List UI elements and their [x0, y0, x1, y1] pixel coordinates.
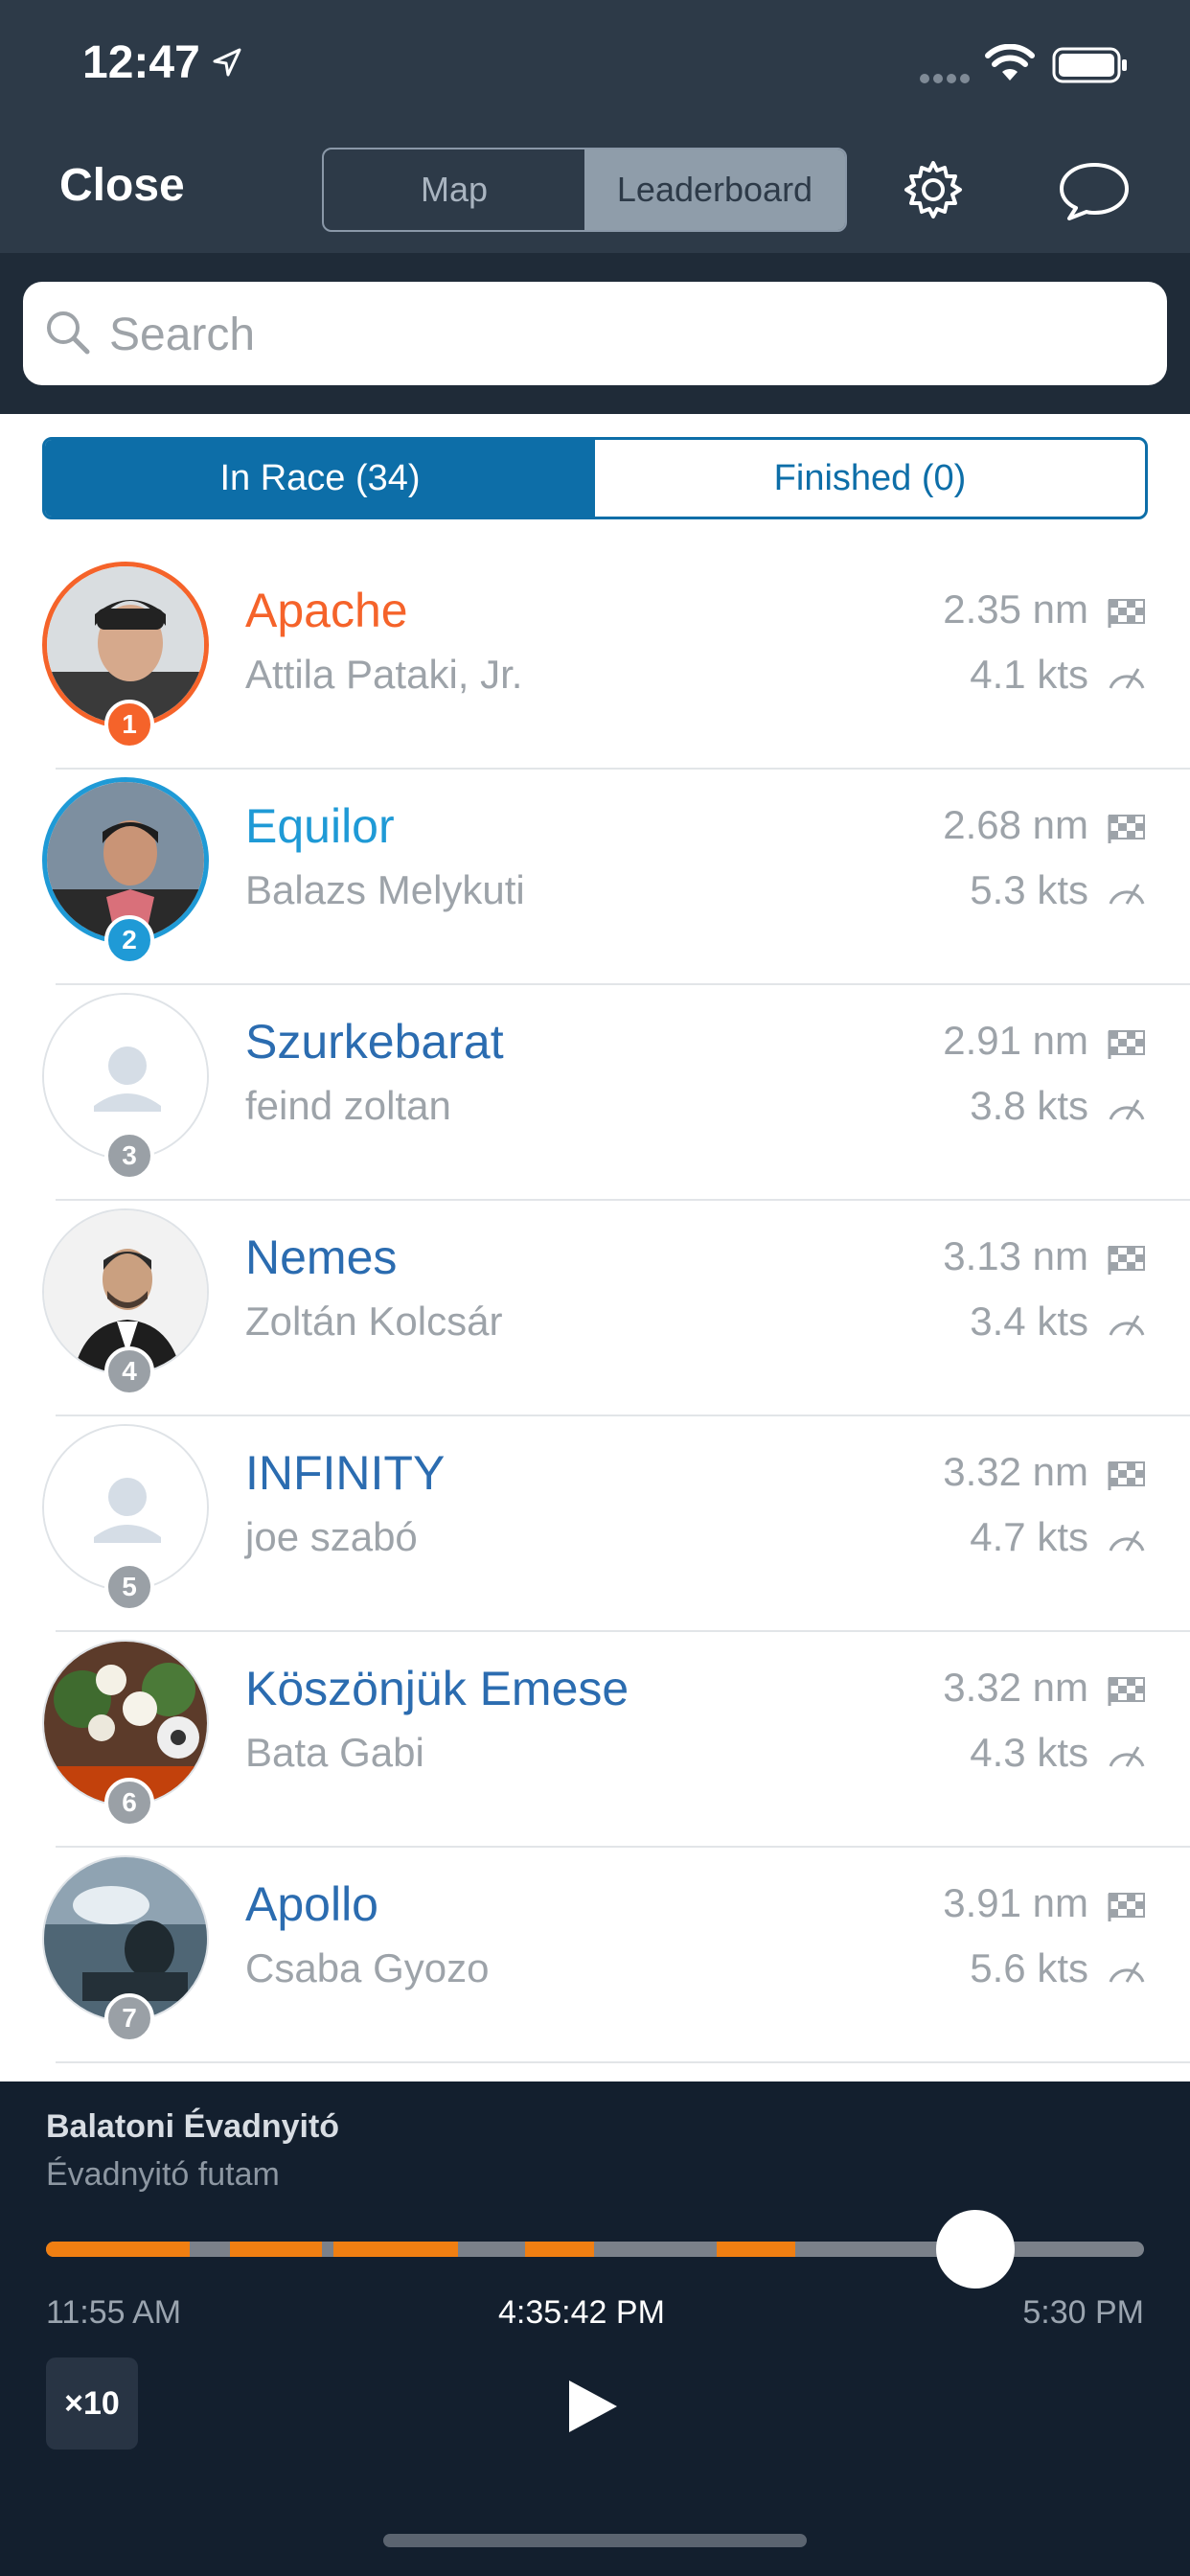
skipper-name: Attila Pataki, Jr.: [245, 652, 523, 697]
view-switcher: Map Leaderboard: [322, 148, 847, 232]
list-item[interactable]: 3 Szurkebarat feind zoltan 2.91 nm 3.8 k…: [0, 985, 1190, 1201]
list-item[interactable]: 1 Apache Attila Pataki, Jr. 2.35 nm 4.1 …: [0, 554, 1190, 770]
speed-gauge-icon: [1109, 1530, 1145, 1552]
current-time: 4:35:42 PM: [498, 2294, 665, 2331]
finish-flag-icon: [1108, 1246, 1145, 1275]
playback-speed-button[interactable]: ×10: [46, 2358, 138, 2450]
speed-gauge-icon: [1109, 668, 1145, 689]
speed-value: 4.7 kts: [970, 1514, 1088, 1559]
gear-icon[interactable]: [903, 159, 964, 220]
distance-value: 2.68 nm: [943, 802, 1088, 847]
list-item[interactable]: 7 Apollo Csaba Gyozo 3.91 nm 5.6 kts: [0, 1848, 1190, 2063]
distance-value: 3.32 nm: [943, 1449, 1088, 1494]
boat-name: Köszönjük Emese: [245, 1662, 629, 1715]
start-time: 11:55 AM: [46, 2294, 182, 2331]
finish-flag-icon: [1108, 815, 1145, 843]
speed-gauge-icon: [1109, 1099, 1145, 1120]
tab-finished[interactable]: Finished (0): [595, 440, 1145, 517]
search-icon: [47, 311, 90, 355]
finish-flag-icon: [1108, 1677, 1145, 1706]
boat-name: INFINITY: [245, 1446, 446, 1500]
rank-badge: 5: [104, 1562, 154, 1612]
row-divider: [56, 2061, 1190, 2063]
boat-name: Apollo: [245, 1877, 378, 1931]
list-item[interactable]: 4 Nemes Zoltán Kolcsár 3.13 nm 3.4 kts: [0, 1201, 1190, 1416]
distance-value: 3.13 nm: [943, 1233, 1088, 1278]
skipper-name: Bata Gabi: [245, 1730, 424, 1775]
speed-gauge-icon: [1109, 1746, 1145, 1767]
list-item[interactable]: 6 Köszönjük Emese Bata Gabi 3.32 nm 4.3 …: [0, 1632, 1190, 1848]
skipper-name: joe szabó: [245, 1514, 418, 1559]
tab-map[interactable]: Map: [324, 150, 584, 230]
skipper-name: Balazs Melykuti: [245, 867, 525, 912]
race-subtitle: Évadnyitó futam: [46, 2156, 280, 2193]
skipper-name: Csaba Gyozo: [245, 1945, 490, 1990]
finish-flag-icon: [1108, 1893, 1145, 1921]
finish-flag-icon: [1108, 599, 1145, 628]
tab-in-race[interactable]: In Race (34): [45, 440, 595, 517]
distance-value: 2.91 nm: [943, 1018, 1088, 1063]
timeline-segment: [230, 2242, 322, 2257]
finish-flag-icon: [1108, 1030, 1145, 1059]
boat-name: Szurkebarat: [245, 1015, 504, 1069]
speed-gauge-icon: [1109, 1962, 1145, 1983]
home-indicator: [383, 2534, 807, 2547]
cellular-signal-icon: [920, 71, 973, 88]
speed-value: 3.8 kts: [970, 1083, 1088, 1128]
speed-value: 4.1 kts: [970, 652, 1088, 697]
leaderboard-list: 1 Apache Attila Pataki, Jr. 2.35 nm 4.1 …: [0, 554, 1190, 2063]
timeline-segment: [525, 2242, 594, 2257]
distance-value: 2.35 nm: [943, 586, 1088, 632]
speed-value: 5.3 kts: [970, 867, 1088, 912]
location-arrow-icon: [213, 48, 241, 77]
timeline-segment: [717, 2242, 795, 2257]
speed-gauge-icon: [1109, 884, 1145, 905]
battery-icon: [1052, 47, 1127, 83]
race-status-tabs: In Race (34) Finished (0): [42, 437, 1148, 519]
speed-gauge-icon: [1109, 1315, 1145, 1336]
timeline-segment: [333, 2242, 458, 2257]
rank-badge: 6: [104, 1778, 154, 1828]
rank-badge: 1: [104, 700, 154, 749]
race-name: Balatoni Évadnyitó: [46, 2108, 340, 2145]
close-button[interactable]: Close: [59, 159, 185, 212]
chat-icon[interactable]: [1058, 161, 1131, 222]
rank-badge: 4: [104, 1346, 154, 1396]
boat-name: Apache: [245, 584, 408, 637]
tab-leaderboard[interactable]: Leaderboard: [584, 150, 845, 230]
end-time: 5:30 PM: [1022, 2294, 1144, 2331]
rank-badge: 2: [104, 915, 154, 965]
play-icon[interactable]: [565, 2377, 621, 2436]
boat-name: Equilor: [245, 799, 395, 853]
timeline-scrubber-knob[interactable]: [935, 2210, 1015, 2288]
boat-name: Nemes: [245, 1230, 398, 1284]
skipper-name: Zoltán Kolcsár: [245, 1299, 503, 1344]
speed-value: 5.6 kts: [970, 1945, 1088, 1990]
speed-value: 4.3 kts: [970, 1730, 1088, 1775]
wifi-icon: [985, 44, 1035, 80]
rank-badge: 7: [104, 1993, 154, 2043]
distance-value: 3.32 nm: [943, 1665, 1088, 1710]
distance-value: 3.91 nm: [943, 1880, 1088, 1925]
finish-flag-icon: [1108, 1461, 1145, 1490]
search-input[interactable]: [107, 288, 1146, 381]
timeline-segment: [46, 2242, 190, 2257]
speed-value: 3.4 kts: [970, 1299, 1088, 1344]
list-item[interactable]: 2 Equilor Balazs Melykuti 2.68 nm 5.3 kt…: [0, 770, 1190, 985]
status-bar: 12:47: [0, 0, 1190, 125]
skipper-name: feind zoltan: [245, 1083, 451, 1128]
rank-badge: 3: [104, 1131, 154, 1181]
status-time: 12:47: [82, 37, 200, 88]
list-item[interactable]: 5 INFINITY joe szabó 3.32 nm 4.7 kts: [0, 1416, 1190, 1632]
